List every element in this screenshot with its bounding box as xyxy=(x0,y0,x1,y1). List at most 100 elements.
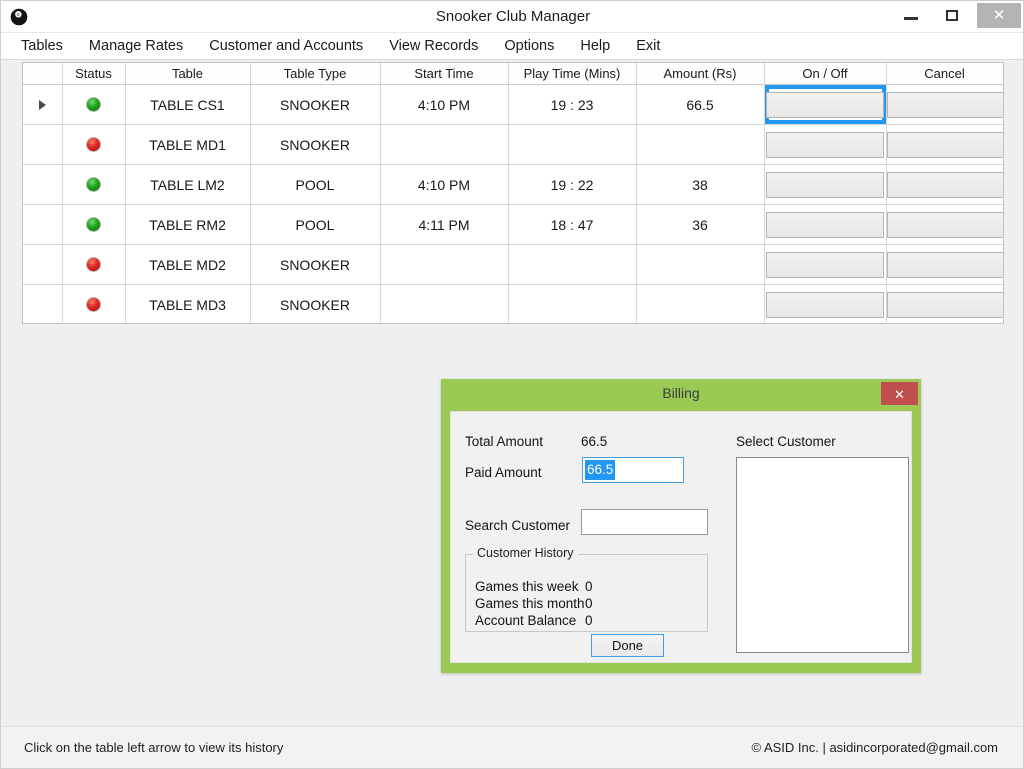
cancel-button[interactable] xyxy=(886,211,1003,238)
on-off-button[interactable] xyxy=(766,291,884,318)
column-header-on-off[interactable]: On / Off xyxy=(764,63,887,85)
table-name-cell: TABLE MD1 xyxy=(125,124,251,165)
on-off-button[interactable] xyxy=(766,91,884,118)
table-row[interactable]: TABLE MD3 SNOOKER xyxy=(23,284,1003,323)
row-selector-cell[interactable] xyxy=(23,84,63,125)
cancel-cell[interactable] xyxy=(886,244,1003,285)
customer-listbox[interactable] xyxy=(736,457,909,653)
start-time-cell: 4:10 PM xyxy=(380,84,509,125)
search-customer-label: Search Customer xyxy=(465,518,571,533)
table-type-cell: SNOOKER xyxy=(250,124,381,165)
close-icon: ✕ xyxy=(992,7,1006,24)
table-row[interactable]: TABLE MD1 SNOOKER xyxy=(23,124,1003,165)
total-amount-label: Total Amount xyxy=(465,434,544,449)
table-row[interactable]: TABLE MD2 SNOOKER xyxy=(23,244,1003,285)
application-window: 8 Snooker Club Manager ✕ Tables Manage R… xyxy=(0,0,1024,769)
row-selector-cell[interactable] xyxy=(23,124,63,165)
on-off-button[interactable] xyxy=(766,171,884,198)
on-off-cell[interactable] xyxy=(764,84,887,125)
close-button[interactable]: ✕ xyxy=(977,3,1021,28)
table-type-cell: SNOOKER xyxy=(250,284,381,323)
cancel-cell[interactable] xyxy=(886,164,1003,205)
menu-item-exit[interactable]: Exit xyxy=(623,33,673,59)
cancel-button[interactable] xyxy=(886,251,1003,278)
column-header-cancel[interactable]: Cancel xyxy=(886,63,1003,85)
column-header-start-time[interactable]: Start Time xyxy=(380,63,509,85)
cancel-cell[interactable] xyxy=(886,284,1003,323)
cancel-button[interactable] xyxy=(886,91,1003,118)
total-amount-value: 66.5 xyxy=(581,434,608,449)
start-time-cell: 4:11 PM xyxy=(380,204,509,245)
table-name-cell: TABLE MD3 xyxy=(125,284,251,323)
maximize-icon xyxy=(946,10,958,21)
row-selector-arrow-icon xyxy=(38,99,46,110)
column-header-status[interactable]: Status xyxy=(62,63,126,85)
on-off-button[interactable] xyxy=(766,251,884,278)
column-header-amount[interactable]: Amount (Rs) xyxy=(636,63,765,85)
cancel-button[interactable] xyxy=(886,291,1003,318)
billing-close-button[interactable]: ✕ xyxy=(881,382,918,405)
start-time-cell xyxy=(380,124,509,165)
done-button[interactable]: Done xyxy=(591,634,664,657)
amount-cell: 66.5 xyxy=(636,84,765,125)
status-credit-text: © ASID Inc. | asidincorporated@gmail.com xyxy=(751,740,998,755)
games-this-month-value: 0 xyxy=(585,596,593,611)
on-off-cell[interactable] xyxy=(764,284,887,323)
table-type-cell: POOL xyxy=(250,164,381,205)
minimize-icon xyxy=(904,17,918,20)
on-off-cell[interactable] xyxy=(764,164,887,205)
status-led-on-icon xyxy=(86,97,101,112)
start-time-cell: 4:10 PM xyxy=(380,164,509,205)
menu-item-options[interactable]: Options xyxy=(491,33,567,59)
on-off-cell[interactable] xyxy=(764,204,887,245)
customer-history-group: Customer History Games this week 0 Games… xyxy=(465,546,708,632)
minimize-button[interactable] xyxy=(889,1,933,30)
status-hint-text: Click on the table left arrow to view it… xyxy=(24,740,284,755)
amount-cell xyxy=(636,244,765,285)
menu-item-help[interactable]: Help xyxy=(567,33,623,59)
on-off-button[interactable] xyxy=(766,211,884,238)
status-bar: Click on the table left arrow to view it… xyxy=(2,726,1022,768)
table-row[interactable]: TABLE LM2 POOL 4:10 PM 19 : 22 38 xyxy=(23,164,1003,205)
status-led-off-icon xyxy=(86,297,101,312)
account-balance-value: 0 xyxy=(585,613,593,628)
row-selector-cell[interactable] xyxy=(23,204,63,245)
menu-item-customer-and-accounts[interactable]: Customer and Accounts xyxy=(196,33,376,59)
billing-dialog-body: Total Amount 66.5 Paid Amount 66.5 Searc… xyxy=(450,411,912,663)
search-customer-input[interactable] xyxy=(581,509,708,535)
menu-item-manage-rates[interactable]: Manage Rates xyxy=(76,33,196,59)
billing-dialog-titlebar: Billing ✕ xyxy=(441,379,921,408)
start-time-cell xyxy=(380,284,509,323)
column-header-play-time[interactable]: Play Time (Mins) xyxy=(508,63,637,85)
cancel-button[interactable] xyxy=(886,131,1003,158)
table-row[interactable]: TABLE RM2 POOL 4:11 PM 18 : 47 36 xyxy=(23,204,1003,245)
play-time-cell: 19 : 23 xyxy=(508,84,637,125)
table-type-cell: SNOOKER xyxy=(250,84,381,125)
cancel-cell[interactable] xyxy=(886,84,1003,125)
games-this-week-label: Games this week xyxy=(475,579,579,594)
cancel-button[interactable] xyxy=(886,171,1003,198)
column-header-table-type[interactable]: Table Type xyxy=(250,63,381,85)
play-time-cell: 18 : 47 xyxy=(508,204,637,245)
menu-item-tables[interactable]: Tables xyxy=(15,33,76,59)
row-selector-cell[interactable] xyxy=(23,284,63,323)
row-selector-cell[interactable] xyxy=(23,244,63,285)
status-led-off-icon xyxy=(86,137,101,152)
column-header-table[interactable]: Table xyxy=(125,63,251,85)
paid-amount-input[interactable]: 66.5 xyxy=(582,457,684,483)
cancel-cell[interactable] xyxy=(886,124,1003,165)
on-off-cell[interactable] xyxy=(764,124,887,165)
maximize-button[interactable] xyxy=(931,1,975,30)
table-row[interactable]: TABLE CS1 SNOOKER 4:10 PM 19 : 23 66.5 xyxy=(23,84,1003,125)
paid-amount-label: Paid Amount xyxy=(465,465,542,480)
amount-cell: 38 xyxy=(636,164,765,205)
cancel-cell[interactable] xyxy=(886,204,1003,245)
tables-grid[interactable]: Status Table Table Type Start Time Play … xyxy=(22,62,1004,324)
on-off-cell[interactable] xyxy=(764,244,887,285)
table-name-cell: TABLE CS1 xyxy=(125,84,251,125)
on-off-button[interactable] xyxy=(766,131,884,158)
table-type-cell: SNOOKER xyxy=(250,244,381,285)
play-time-cell xyxy=(508,124,637,165)
row-selector-cell[interactable] xyxy=(23,164,63,205)
menu-item-view-records[interactable]: View Records xyxy=(376,33,491,59)
